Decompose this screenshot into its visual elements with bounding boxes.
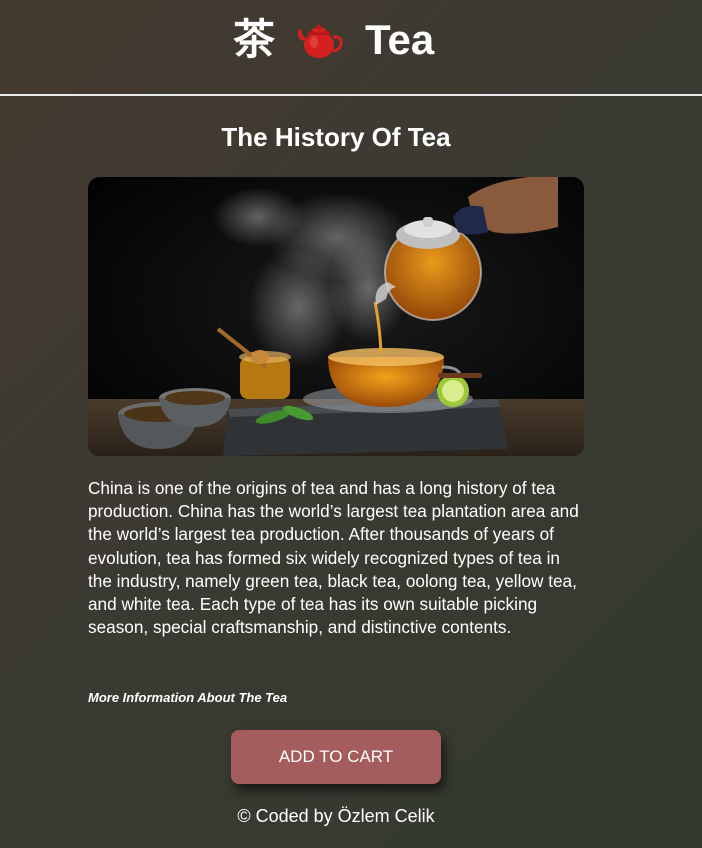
hero-image [88, 177, 584, 456]
brand-logo[interactable]: 茶 Tea [233, 14, 434, 66]
tea-pouring-photo [88, 177, 584, 456]
site-header: 茶 Tea [0, 0, 702, 96]
teapot-icon [297, 24, 343, 58]
add-to-cart-button[interactable]: ADD TO CART [231, 730, 441, 784]
logo-text: Tea [365, 16, 435, 63]
footer-credit: © Coded by Özlem Celik [237, 806, 435, 826]
logo-hanzi: 茶 [233, 15, 276, 64]
history-paragraph: China is one of the origins of tea and h… [88, 478, 579, 638]
page-title: The History Of Tea [221, 122, 451, 152]
more-info-link[interactable]: More Information About The Tea [88, 690, 287, 705]
